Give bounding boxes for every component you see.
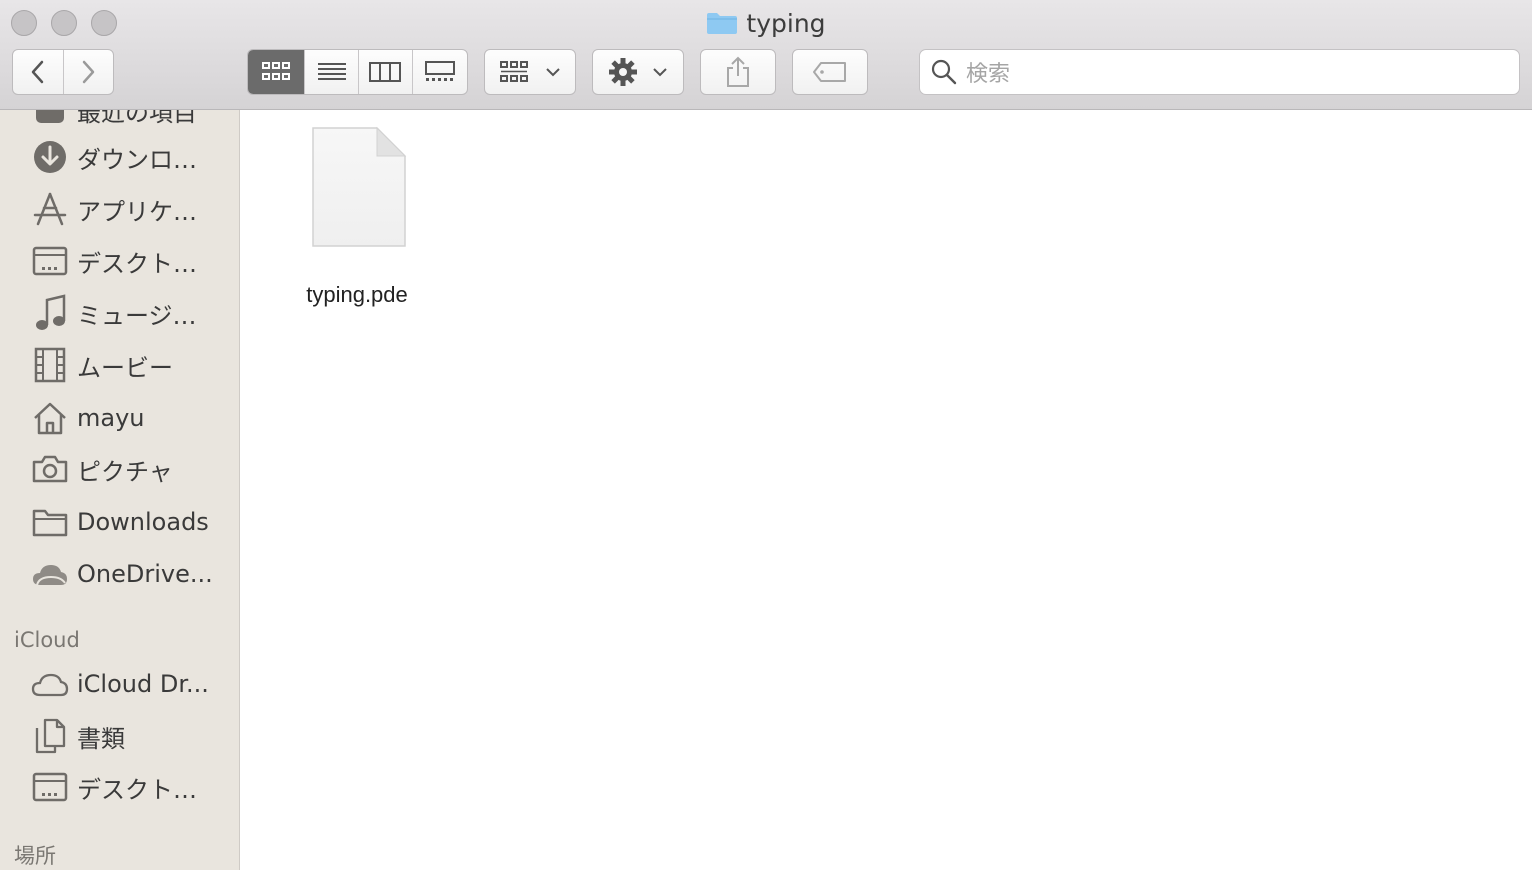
finder-window: typing 検索 最近の項目 ダウンロ… アプリケ… デスクト… ミュージ… …: [0, 0, 1532, 870]
sidebar-item-desktop[interactable]: デスクト…: [0, 236, 239, 286]
documents-icon: [30, 716, 70, 756]
file-item[interactable]: typing.pde: [290, 124, 430, 307]
edit-tags-button[interactable]: [792, 49, 868, 95]
document-icon: [312, 126, 407, 247]
sidebar-item-label: デスクト…: [77, 249, 197, 278]
home-icon: [30, 398, 70, 438]
sidebar-item-pictures[interactable]: ピクチャ: [0, 444, 239, 494]
group-grid-icon: [500, 61, 528, 82]
sidebar-item-home[interactable]: mayu: [0, 393, 239, 443]
view-mode-control: [247, 49, 468, 95]
search-icon: [931, 59, 957, 85]
sidebar-item-applications[interactable]: アプリケ…: [0, 184, 239, 234]
sidebar-item-icloud-drive[interactable]: iCloud Dr...: [0, 659, 239, 709]
music-icon: [30, 293, 70, 333]
icloud-icon: [30, 664, 70, 704]
sidebar-item-label: アプリケ…: [77, 197, 197, 226]
movies-icon: [30, 345, 70, 385]
sidebar-item-label: mayu: [77, 404, 145, 432]
chevron-down-icon: [653, 68, 667, 77]
sidebar-item-label: 最近の項目: [77, 110, 197, 127]
gear-icon: [609, 58, 637, 86]
sidebar-item-label: ムービー: [77, 353, 173, 382]
sidebar-item-icloud-desktop[interactable]: デスクト…: [0, 762, 239, 812]
sidebar-item-label: ピクチャ: [77, 457, 173, 486]
folder-icon: [706, 11, 738, 35]
sidebar-item-label: Downloads: [77, 508, 209, 536]
columns-icon: [369, 62, 402, 82]
share-icon: [727, 56, 749, 87]
sidebar-item-onedrive[interactable]: OneDrive...: [0, 549, 239, 599]
icon-view-button[interactable]: [248, 50, 306, 94]
gallery-icon: [424, 61, 455, 81]
sidebar-item-documents[interactable]: 書類: [0, 711, 239, 761]
sidebar-item-label: ミュージ…: [77, 301, 197, 330]
sidebar-item-label: デスクト…: [77, 775, 197, 804]
window-title: typing: [746, 8, 826, 38]
window-title-area: typing: [0, 6, 1532, 40]
search-field[interactable]: 検索: [919, 49, 1520, 95]
forward-button[interactable]: [64, 50, 114, 94]
sidebar-item-label: iCloud Dr...: [77, 670, 209, 698]
folder-icon: [30, 502, 70, 542]
list-icon: [317, 63, 346, 80]
sidebar-item-label: OneDrive...: [77, 560, 213, 588]
cloud-icon: [30, 554, 70, 594]
column-view-button[interactable]: [359, 50, 413, 94]
chevron-right-icon: [83, 60, 95, 84]
desktop-icon: [30, 241, 70, 281]
tag-icon: [813, 62, 846, 82]
sidebar-item-movies[interactable]: ムービー: [0, 340, 239, 390]
file-browser-area: typing.pde: [240, 110, 1532, 870]
list-view-button[interactable]: [305, 50, 359, 94]
action-menu-button[interactable]: [592, 49, 684, 95]
gallery-view-button[interactable]: [413, 50, 467, 94]
share-button[interactable]: [700, 49, 776, 95]
chevron-down-icon: [546, 68, 560, 77]
search-placeholder: 検索: [966, 62, 1011, 87]
grid-icon: [262, 62, 291, 80]
sidebar-item-label: 書類: [77, 724, 125, 753]
history-navigation: [12, 49, 114, 95]
sidebar-item-music[interactable]: ミュージ…: [0, 288, 239, 338]
sidebar-item-label: ダウンロ…: [77, 145, 197, 174]
clock-icon: [30, 110, 70, 130]
desktop-icon: [30, 767, 70, 807]
sidebar-section-icloud: iCloud: [14, 628, 80, 652]
sidebar: 最近の項目 ダウンロ… アプリケ… デスクト… ミュージ… ムービー mayu …: [0, 110, 240, 870]
sidebar-section-locations: 場所: [14, 844, 56, 868]
applications-icon: [30, 189, 70, 229]
chevron-left-icon: [31, 60, 43, 84]
titlebar-toolbar: typing 検索: [0, 0, 1532, 110]
group-by-button[interactable]: [484, 49, 576, 95]
pictures-icon: [30, 449, 70, 489]
download-icon: [30, 137, 70, 177]
sidebar-item-downloads-jp[interactable]: ダウンロ…: [0, 132, 239, 182]
sidebar-item-downloads[interactable]: Downloads: [0, 497, 239, 547]
back-button[interactable]: [13, 50, 64, 94]
file-name: typing.pde: [306, 282, 408, 307]
